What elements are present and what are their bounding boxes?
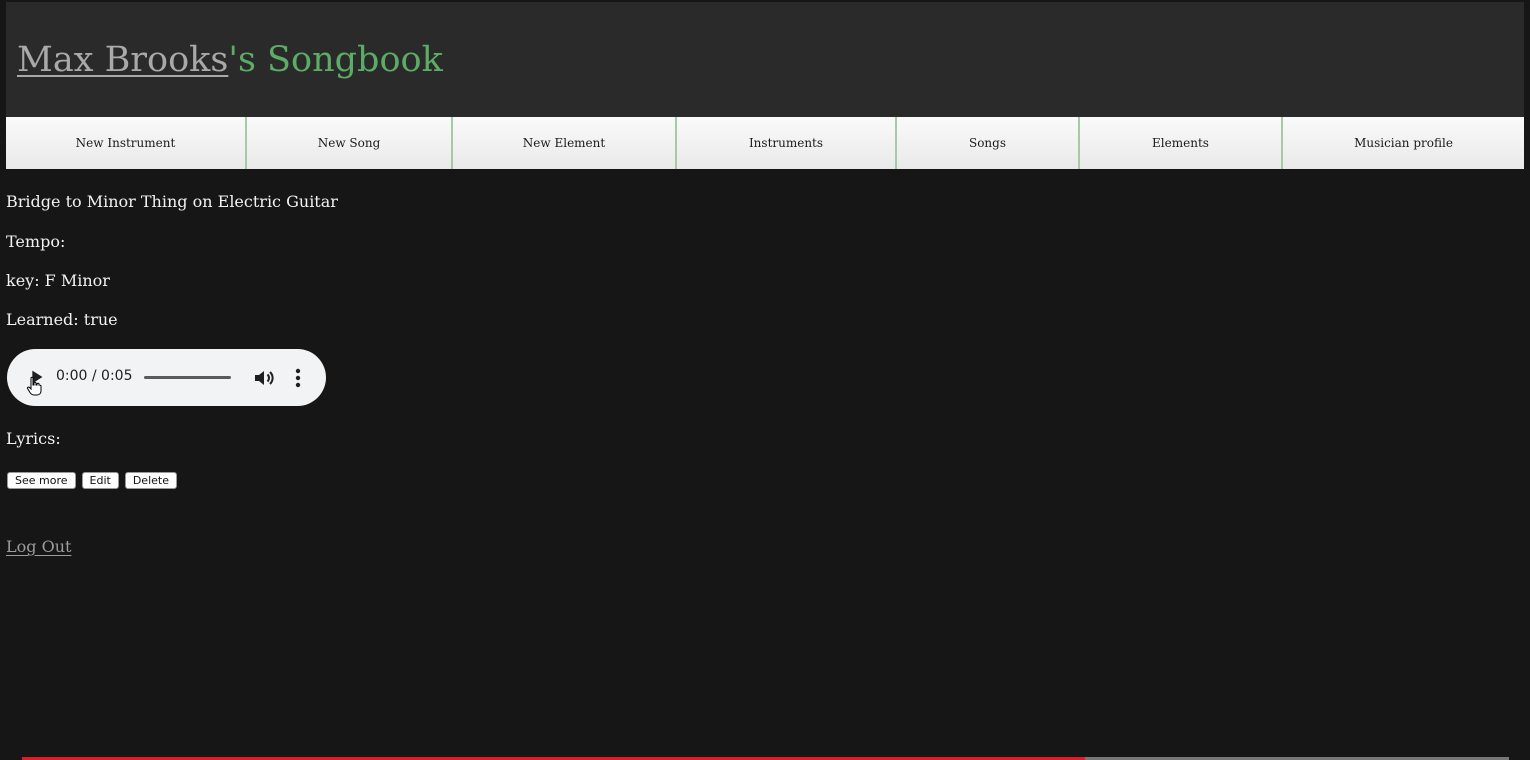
site-title-suffix: 's Songbook	[228, 40, 443, 80]
nav-new-element[interactable]: New Element	[453, 117, 677, 169]
see-more-button[interactable]: See more	[7, 472, 76, 489]
delete-button[interactable]: Delete	[124, 472, 177, 489]
nav-new-song[interactable]: New Song	[247, 117, 453, 169]
more-vert-icon[interactable]	[287, 366, 309, 390]
time-display: 0:00 / 0:05	[56, 368, 133, 384]
element-heading: Bridge to Minor Thing on Electric Guitar	[6, 192, 338, 211]
key-text: key: F Minor	[6, 271, 110, 290]
site-title: Max Brooks's Songbook	[17, 38, 443, 82]
seek-slider[interactable]	[144, 376, 231, 379]
owner-profile-link[interactable]: Max Brooks	[17, 40, 228, 80]
main-nav: New Instrument New Song New Element Inst…	[6, 117, 1524, 169]
element-actions: See more Edit Delete	[7, 472, 177, 489]
site-header: Max Brooks's Songbook	[6, 2, 1524, 117]
hand-cursor-icon	[26, 376, 42, 396]
nav-musician-profile[interactable]: Musician profile	[1283, 117, 1524, 169]
nav-instruments[interactable]: Instruments	[677, 117, 897, 169]
logout-link[interactable]: Log Out	[6, 537, 71, 556]
nav-songs[interactable]: Songs	[897, 117, 1080, 169]
learned-text: Learned: true	[6, 310, 118, 329]
edit-button[interactable]: Edit	[81, 472, 119, 489]
nav-elements[interactable]: Elements	[1080, 117, 1283, 169]
volume-icon[interactable]	[252, 366, 276, 390]
page: Max Brooks's Songbook New Instrument New…	[0, 0, 1530, 760]
audio-player: 0:00 / 0:05	[7, 349, 326, 406]
tempo-text: Tempo:	[6, 232, 66, 251]
nav-new-instrument[interactable]: New Instrument	[6, 117, 247, 169]
lyrics-text: Lyrics:	[6, 429, 61, 448]
